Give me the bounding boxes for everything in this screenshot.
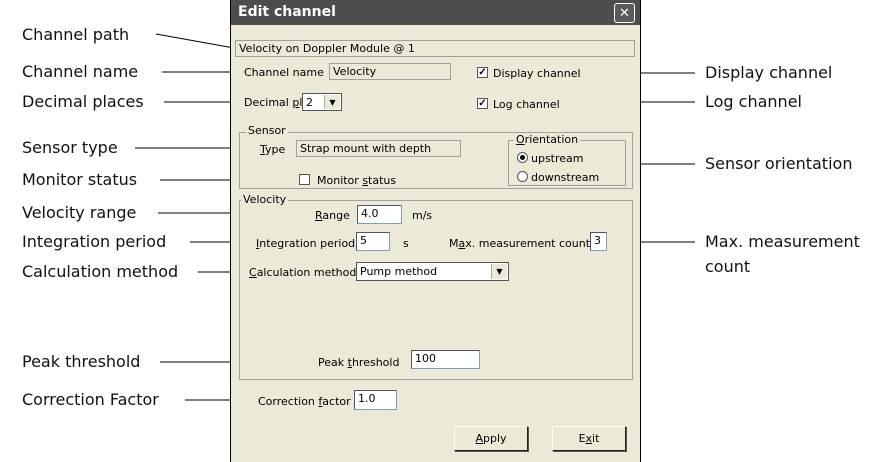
upstream-radio[interactable] [517, 152, 528, 163]
close-icon[interactable]: ✕ [614, 3, 635, 23]
callout-sensor-orientation: Sensor orientation [705, 154, 853, 173]
dialog-title: Edit channel [238, 4, 336, 20]
callout-correction-factor: Correction Factor [22, 390, 159, 409]
calculation-method-select[interactable]: Pump method ▼ [356, 262, 509, 281]
decimal-places-select[interactable]: 2 ▼ [302, 93, 342, 111]
callout-max-measurement-count-line1: Max. measurement [705, 232, 860, 251]
max-measurement-count-input[interactable]: 3 [590, 232, 607, 251]
channel-name-field[interactable]: Velocity [329, 63, 451, 80]
callout-velocity-range: Velocity range [22, 203, 137, 222]
callout-log-channel: Log channel [705, 92, 802, 111]
integration-period-label: Integration period [256, 237, 356, 250]
decimal-places-value: 2 [306, 96, 313, 109]
downstream-radio[interactable] [517, 171, 528, 182]
dialog-titlebar[interactable]: Edit channel ✕ [231, 0, 640, 25]
range-label: Range [315, 209, 350, 222]
callout-decimal-places: Decimal places [22, 92, 144, 111]
downstream-label: downstream [531, 171, 600, 184]
sensor-group-title: Sensor [246, 124, 288, 137]
leader-channel-path [155, 33, 235, 49]
peak-threshold-label: Peak threshold [318, 356, 400, 369]
display-channel-checkbox[interactable]: ✓ [477, 67, 488, 78]
callout-channel-path: Channel path [22, 25, 130, 44]
range-unit: m/s [412, 209, 433, 222]
correction-factor-label: Correction factor [258, 395, 351, 408]
callout-monitor-status: Monitor status [22, 170, 138, 189]
exit-button[interactable]: Exit [552, 426, 626, 451]
log-channel-label: Log channel [493, 98, 560, 111]
calculation-method-value: Pump method [360, 265, 438, 278]
sensor-type-label: Type [260, 143, 286, 156]
display-channel-label: Display channel [493, 67, 581, 80]
orientation-group-title: Orientation [514, 133, 581, 146]
log-channel-checkbox[interactable]: ✓ [477, 98, 488, 109]
callout-calculation-method: Calculation method [22, 262, 179, 281]
callout-channel-name: Channel name [22, 62, 139, 81]
integration-period-input[interactable]: 5 [356, 232, 390, 251]
channel-name-label: Channel name [244, 66, 324, 79]
monitor-status-checkbox[interactable] [299, 174, 310, 185]
velocity-group-title: Velocity [241, 193, 289, 206]
callout-sensor-type: Sensor type [22, 138, 118, 157]
chevron-down-icon[interactable]: ▼ [491, 264, 507, 279]
apply-button[interactable]: Apply [454, 426, 528, 451]
edit-channel-dialog: Edit channel ✕ Velocity on Doppler Modul… [230, 0, 641, 462]
calculation-method-label: Calculation method [249, 266, 357, 279]
chevron-down-icon[interactable]: ▼ [324, 95, 340, 109]
correction-factor-input[interactable]: 1.0 [354, 390, 397, 410]
callout-peak-threshold: Peak threshold [22, 352, 141, 371]
callout-integration-period: Integration period [22, 232, 167, 251]
callout-max-measurement-count-line2: count [705, 257, 751, 276]
max-measurement-count-label: Max. measurement count [449, 237, 591, 250]
monitor-status-label: Monitor status [317, 174, 397, 187]
upstream-label: upstream [531, 152, 584, 165]
callout-display-channel: Display channel [705, 63, 833, 82]
channel-path-field: Velocity on Doppler Module @ 1 [235, 40, 635, 57]
peak-threshold-input[interactable]: 100 [411, 350, 480, 369]
range-input[interactable]: 4.0 [357, 205, 402, 224]
integration-period-unit: s [403, 237, 409, 250]
sensor-type-field: Strap mount with depth [296, 140, 461, 157]
